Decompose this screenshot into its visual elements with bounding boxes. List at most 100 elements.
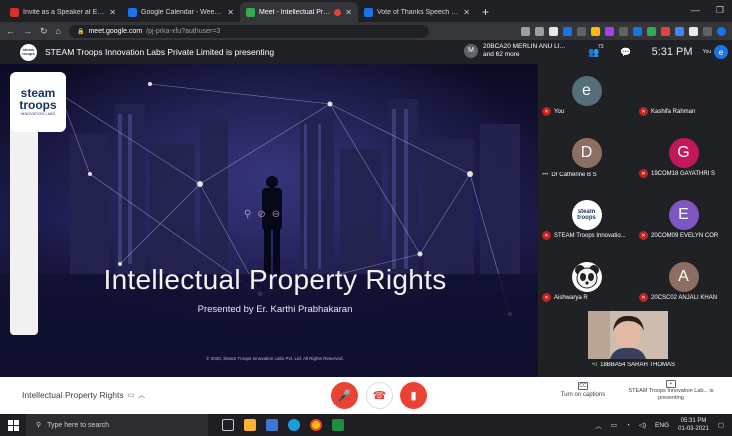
extension-icon[interactable] bbox=[647, 26, 656, 36]
participant-tile[interactable]: D ••• Dr Catherine B S bbox=[538, 126, 635, 188]
captions-button[interactable]: CC Turn on captions bbox=[552, 382, 614, 400]
close-tab-icon[interactable]: ✕ bbox=[109, 8, 116, 17]
search-placeholder: Type here to search bbox=[47, 421, 110, 429]
system-clock[interactable]: 05:31 PM 01-03-2021 bbox=[678, 417, 709, 433]
battery-icon[interactable]: ▭ bbox=[611, 421, 617, 429]
slide-title: Intellectual Property Rights bbox=[103, 264, 447, 295]
mute-icon[interactable]: ⊘ bbox=[257, 209, 265, 220]
notifications-icon[interactable]: ▢ bbox=[718, 421, 724, 429]
extension-icon[interactable] bbox=[563, 26, 572, 36]
browser-tab[interactable]: Invite as a Speaker at Entreprene ✕ bbox=[4, 2, 122, 22]
speaking-icon: ••• bbox=[542, 172, 549, 178]
camera-feed bbox=[588, 311, 668, 359]
forward-icon[interactable]: → bbox=[23, 26, 32, 36]
meeting-title: Intellectual Property Rights bbox=[22, 390, 124, 400]
you-label: You bbox=[702, 49, 711, 55]
self-view-chip[interactable]: You e bbox=[703, 45, 732, 59]
extension-icon[interactable] bbox=[619, 26, 628, 36]
meeting-clock: 5:31 PM bbox=[651, 46, 693, 58]
meet-header: steam troops STEAM Troops Innovation Labs… bbox=[0, 40, 732, 64]
extension-icon[interactable] bbox=[633, 26, 642, 36]
edge-icon[interactable] bbox=[288, 419, 300, 431]
browser-tab[interactable]: Vote of Thanks Speech For Gues ✕ bbox=[358, 2, 476, 22]
volume-icon[interactable]: ◁) bbox=[639, 421, 646, 429]
taskbar-apps bbox=[222, 419, 344, 431]
presenting-button[interactable]: + STEAM Troops Innovation Lab... is pres… bbox=[620, 380, 722, 402]
close-tab-icon[interactable]: ✕ bbox=[345, 8, 352, 17]
participant-tile[interactable]: A ✕ 20CSC02 ANJALI KHAN bbox=[635, 250, 732, 312]
task-view-icon[interactable] bbox=[222, 419, 234, 431]
avatar: M bbox=[464, 44, 478, 58]
new-tab-button[interactable]: + bbox=[482, 5, 489, 19]
participant-tile[interactable]: steam troops ✕ STEAM Troops Innovatio... bbox=[538, 188, 635, 250]
minimize-icon[interactable]: — bbox=[691, 5, 700, 16]
meeting-details[interactable]: Intellectual Property Rights ▭ ︿ bbox=[22, 390, 145, 400]
network-icon[interactable]: ◔ bbox=[626, 422, 630, 429]
participant-name: 20COM09 EVELYN COR bbox=[651, 232, 719, 239]
windows-start-button[interactable] bbox=[0, 414, 26, 436]
extension-icon[interactable] bbox=[675, 26, 684, 36]
participant-tile[interactable]: E ✕ 20COM09 EVELYN COR bbox=[635, 188, 732, 250]
presentation-hover-controls: ⚲ ⊘ ⊖ bbox=[244, 209, 280, 220]
extension-icon[interactable] bbox=[703, 26, 712, 36]
browser-tab-active[interactable]: Meet - Intellectual Property ✕ bbox=[240, 2, 358, 22]
chevron-up-icon[interactable]: ︿ bbox=[595, 420, 602, 430]
avatar: D bbox=[571, 138, 602, 168]
participant-tile[interactable]: ✕ Aishwarya R bbox=[538, 250, 635, 312]
chevron-up-icon[interactable]: ︿ bbox=[138, 390, 145, 400]
extension-icon[interactable] bbox=[549, 26, 558, 36]
back-icon[interactable]: ← bbox=[6, 26, 15, 36]
system-tray: ︿ ▭ ◔ ◁) ENG 05:31 PM 01-03-2021 ▢ bbox=[595, 414, 724, 436]
extension-icon[interactable] bbox=[591, 26, 600, 36]
reload-icon[interactable]: ↻ bbox=[40, 26, 48, 37]
avatar: G bbox=[668, 138, 699, 168]
extension-icon[interactable] bbox=[689, 26, 698, 36]
profile-icon[interactable] bbox=[717, 26, 726, 36]
search-icon: ⚲ bbox=[36, 422, 42, 429]
participant-tile[interactable]: G ✕ 19COM18 GAYATHRI S bbox=[635, 126, 732, 188]
taskbar-search[interactable]: ⚲ Type here to search bbox=[26, 414, 208, 436]
participant-tile[interactable]: e ✕ You bbox=[538, 64, 635, 126]
participant-name: STEAM Troops Innovatio... bbox=[554, 232, 626, 239]
sheets-icon[interactable] bbox=[332, 419, 344, 431]
extension-icon[interactable] bbox=[577, 26, 586, 36]
docs-icon bbox=[364, 7, 373, 17]
leave-call-button[interactable]: ☎ bbox=[366, 382, 393, 409]
recording-icon bbox=[334, 8, 342, 16]
pin-icon[interactable]: ⚲ bbox=[244, 209, 251, 220]
meet-icon bbox=[246, 7, 255, 17]
extension-icon[interactable] bbox=[605, 26, 614, 36]
extension-icon[interactable] bbox=[661, 26, 670, 36]
active-speaker-chip[interactable]: M 20BCA20 MERLIN ANU LI... and 62 more bbox=[464, 43, 565, 59]
star-icon[interactable] bbox=[535, 26, 544, 36]
url-field[interactable]: 🔒 meet.google.com/pj-prka-xfu?authuser=3 bbox=[68, 24, 429, 38]
close-tab-icon[interactable]: ✕ bbox=[463, 8, 470, 17]
speaking-icon: •ıl bbox=[592, 362, 598, 368]
restore-icon[interactable]: ❐ bbox=[716, 5, 724, 16]
browser-tabbar: Invite as a Speaker at Entreprene ✕ Goog… bbox=[0, 0, 732, 22]
language-indicator[interactable]: ENG bbox=[655, 422, 669, 429]
home-icon[interactable]: ⌂ bbox=[56, 26, 61, 36]
participant-tile[interactable]: ✕ Kashifa Rahman bbox=[635, 64, 732, 126]
participant-name: Aishwarya R bbox=[554, 294, 588, 301]
file-explorer-icon[interactable] bbox=[244, 419, 256, 431]
mic-off-icon: ✕ bbox=[639, 169, 648, 178]
camera-indicator-icon[interactable] bbox=[521, 26, 530, 36]
mic-off-icon: ✕ bbox=[542, 107, 551, 116]
close-tab-icon[interactable]: ✕ bbox=[227, 8, 234, 17]
participant-name: Dr Catherine B S bbox=[551, 172, 597, 178]
chrome-icon[interactable] bbox=[310, 419, 322, 431]
participant-count: 73 bbox=[598, 44, 604, 50]
mic-off-icon: ✕ bbox=[639, 293, 648, 302]
calendar-icon bbox=[128, 7, 137, 17]
browser-tab[interactable]: Google Calendar - Week of Febr ✕ bbox=[122, 2, 240, 22]
store-icon[interactable] bbox=[266, 419, 278, 431]
remove-icon[interactable]: ⊖ bbox=[272, 209, 280, 220]
participants-button[interactable]: 👥 73 bbox=[578, 40, 610, 64]
camera-toggle-button[interactable]: ▮ bbox=[400, 382, 427, 409]
chat-icon: 💬 bbox=[619, 46, 632, 57]
slide-subtitle: Presented by Er. Karthi Prabhakaran bbox=[197, 304, 353, 315]
chat-button[interactable]: 💬 bbox=[610, 40, 642, 64]
mic-toggle-button[interactable]: 🎤 bbox=[331, 382, 358, 409]
present-screen-icon: + bbox=[666, 380, 676, 388]
